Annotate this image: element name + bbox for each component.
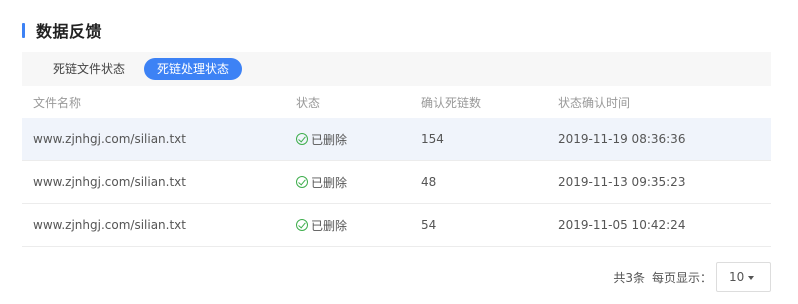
total-count: 共3条	[613, 270, 645, 285]
table-row[interactable]: www.zjnhgj.com/silian.txt 已删除 54 2019-11…	[22, 204, 771, 247]
check-circle-icon	[296, 133, 308, 145]
table-row[interactable]: www.zjnhgj.com/silian.txt 已删除 154 2019-1…	[22, 118, 771, 161]
tab-strip: 死链文件状态 死链处理状态	[22, 52, 771, 86]
status-cell: 已删除	[285, 204, 410, 246]
column-header-count: 确认死链数	[421, 95, 482, 110]
column-header-time: 状态确认时间	[558, 95, 631, 110]
count-cell: 48	[421, 175, 437, 189]
file-name-cell: www.zjnhgj.com/silian.txt	[33, 132, 186, 146]
status-cell: 已删除	[285, 118, 410, 160]
table-row[interactable]: www.zjnhgj.com/silian.txt 已删除 48 2019-11…	[22, 161, 771, 204]
pagination: 共3条 每页显示： 10	[613, 262, 771, 292]
file-name-cell: www.zjnhgj.com/silian.txt	[33, 218, 186, 232]
count-cell: 54	[421, 218, 437, 232]
data-table: 文件名称 状态 确认死链数 状态确认时间 www.zjnhgj.com/sili…	[22, 86, 771, 247]
status-text: 已删除	[311, 132, 348, 147]
status-text: 已删除	[311, 218, 348, 233]
status-text: 已删除	[311, 175, 348, 190]
per-page-select[interactable]: 10	[716, 262, 771, 292]
caret-down-icon	[748, 276, 754, 280]
check-circle-icon	[296, 176, 308, 188]
per-page-value: 10	[729, 270, 745, 284]
count-cell: 154	[421, 132, 444, 146]
section-header: 数据反馈	[22, 20, 103, 41]
file-name-cell: www.zjnhgj.com/silian.txt	[33, 175, 186, 189]
time-cell: 2019-11-05 10:42:24	[558, 218, 686, 232]
per-page-label: 每页显示：	[651, 270, 712, 285]
section-title: 数据反馈	[36, 22, 103, 41]
table-header: 文件名称 状态 确认死链数 状态确认时间	[22, 86, 771, 118]
time-cell: 2019-11-19 08:36:36	[558, 132, 686, 146]
column-header-status: 状态	[296, 95, 321, 110]
tab-deadlink-file-status[interactable]: 死链文件状态	[40, 58, 138, 80]
time-cell: 2019-11-13 09:35:23	[558, 175, 686, 189]
status-cell: 已删除	[285, 161, 410, 203]
column-header-file: 文件名称	[33, 95, 82, 110]
check-circle-icon	[296, 219, 308, 231]
tab-deadlink-process-status[interactable]: 死链处理状态	[144, 58, 243, 80]
section-accent-bar	[22, 22, 25, 38]
